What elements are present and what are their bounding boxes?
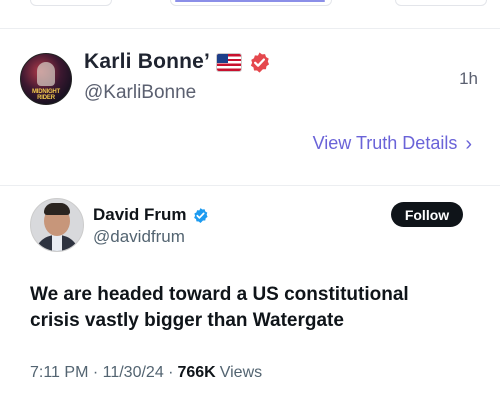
avatar[interactable]: MIDNIGHT RIDER [20,53,72,105]
embedded-tweet[interactable]: David Frum @davidfrum Follow We are head… [0,185,500,404]
top-pill-right [395,0,487,6]
tweet-text-line: crisis vastly bigger than Watergate [30,310,344,331]
author-handle[interactable]: @KarliBonne [84,82,196,104]
author-name-row: Karli Bonne’ [84,50,271,74]
tweet-author-row: David Frum [93,205,209,225]
active-tab-indicator [175,0,325,2]
verified-badge-icon [250,51,270,73]
chevron-right-icon: › [465,132,472,155]
post-header: MIDNIGHT RIDER Karli Bonne’ @KarliBonne … [0,40,500,120]
view-truth-details-link[interactable]: View Truth Details › [313,133,472,154]
verified-badge-icon [193,207,208,223]
us-flag-icon [216,52,243,72]
tweet-views-count: 766K [177,364,216,381]
tweet-timestamp[interactable]: 7:11 PM · 11/30/24 · [30,364,173,382]
follow-button[interactable]: Follow [391,202,463,227]
avatar-figure [37,62,55,86]
tweet-views-label: Views [219,364,263,381]
top-strip [0,0,500,8]
avatar-logo-text: MIDNIGHT RIDER [31,89,61,101]
tweet-meta: 7:11 PM · 11/30/24 · 766K Views [30,364,262,382]
view-truth-details-label: View Truth Details [312,133,458,153]
tweet-author-name[interactable]: David Frum [93,205,187,225]
author-name[interactable]: Karli Bonne’ [84,50,210,74]
tweet-text: We are headed toward a US constitutional… [30,282,470,334]
divider [0,28,500,29]
top-pill-left [30,0,112,6]
post-time: 1h [459,69,478,88]
tweet-text-line: We are headed toward a US constitutional [30,284,409,305]
tweet-avatar[interactable] [30,198,84,252]
tweet-author-handle[interactable]: @davidfrum [93,227,185,247]
